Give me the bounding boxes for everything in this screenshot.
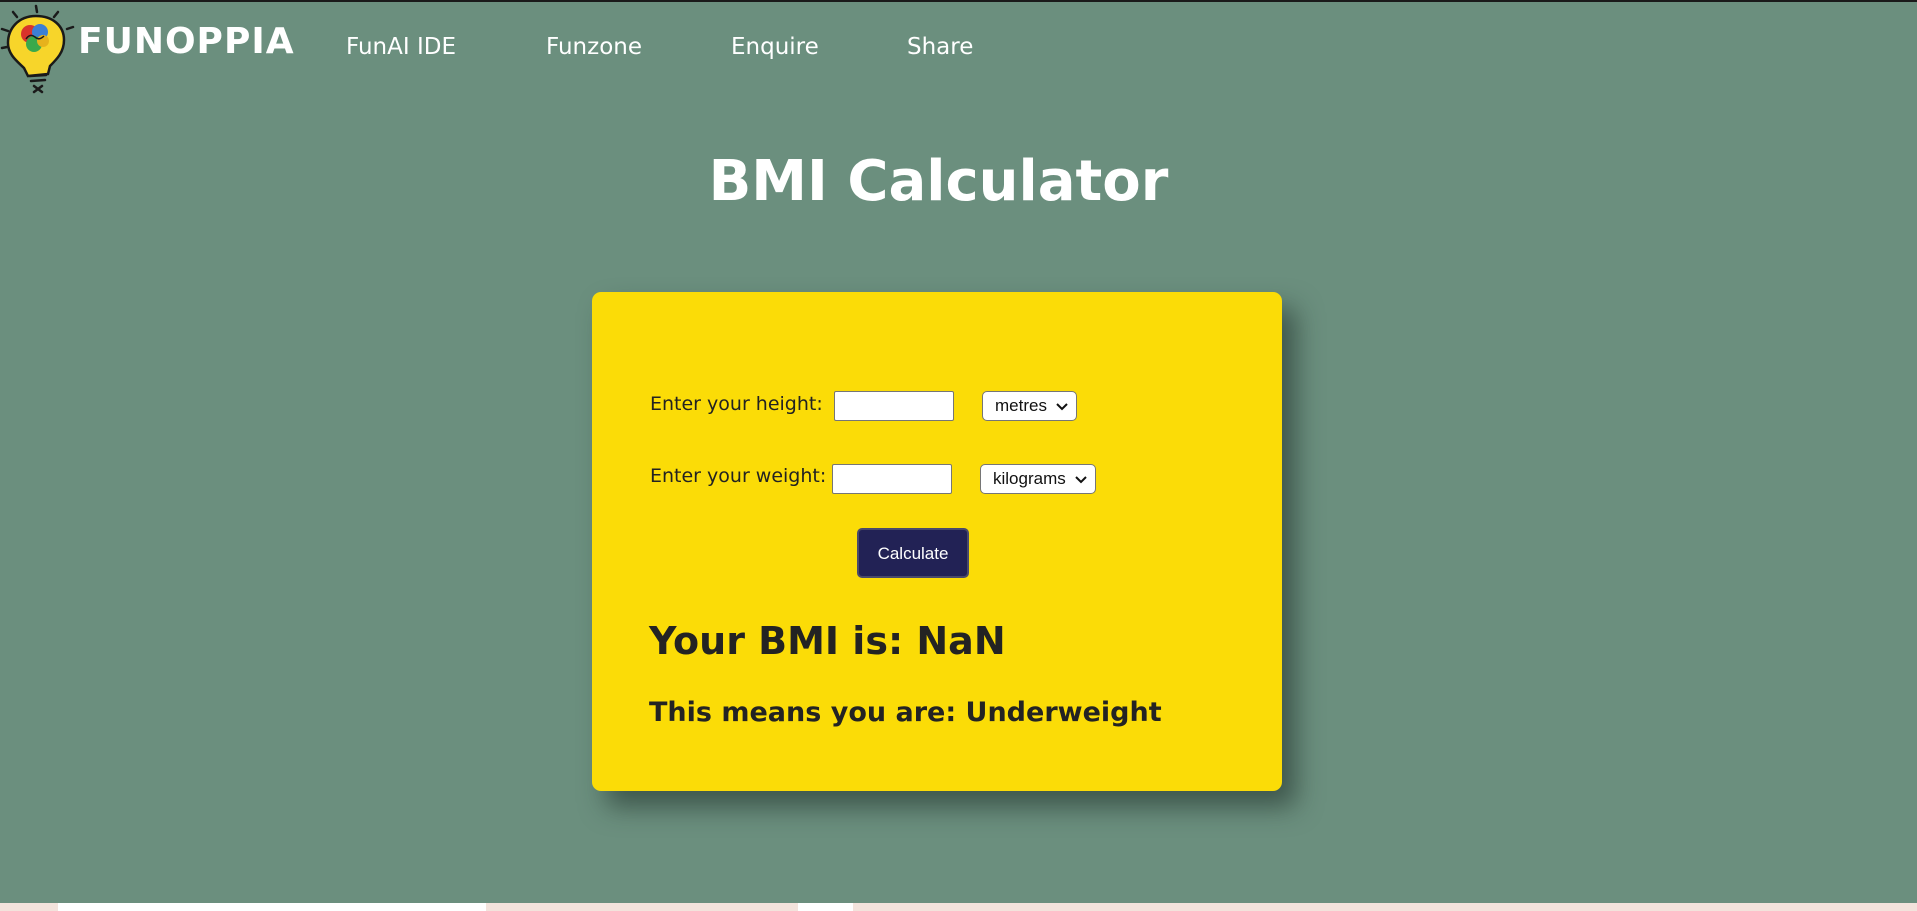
height-unit-value: metres [995, 396, 1047, 415]
bmi-result: Your BMI is: NaN [649, 619, 1006, 663]
chevron-down-icon [1056, 392, 1068, 420]
brand-name: FUNOPPIA [78, 21, 295, 62]
weight-input[interactable] [832, 464, 952, 494]
brand-logo[interactable]: FUNOPPIA [0, 2, 294, 96]
nav-link-funzone[interactable]: Funzone [546, 36, 642, 59]
weight-unit-value: kilograms [993, 469, 1066, 488]
bmi-card: Enter your height: metres Enter your wei… [592, 292, 1282, 791]
height-label: Enter your height: [650, 393, 823, 415]
navbar: FUNOPPIA FunAI IDE Funzone Enquire Share [0, 2, 1917, 98]
chevron-down-icon [1075, 465, 1087, 493]
bottom-tab [58, 903, 486, 911]
height-unit-select[interactable]: metres [982, 391, 1077, 421]
nav-link-funai-ide[interactable]: FunAI IDE [346, 36, 456, 59]
calculate-button[interactable]: Calculate [857, 528, 969, 578]
bottom-tab [798, 903, 853, 911]
bmi-category: This means you are: Underweight [649, 697, 1162, 728]
weight-label: Enter your weight: [650, 465, 827, 487]
nav-link-share[interactable]: Share [907, 36, 973, 59]
page-title: BMI Calculator [708, 149, 1169, 214]
nav-link-enquire[interactable]: Enquire [731, 36, 819, 59]
weight-unit-select[interactable]: kilograms [980, 464, 1096, 494]
lightbulb-brain-icon [0, 4, 75, 94]
height-input[interactable] [834, 391, 954, 421]
